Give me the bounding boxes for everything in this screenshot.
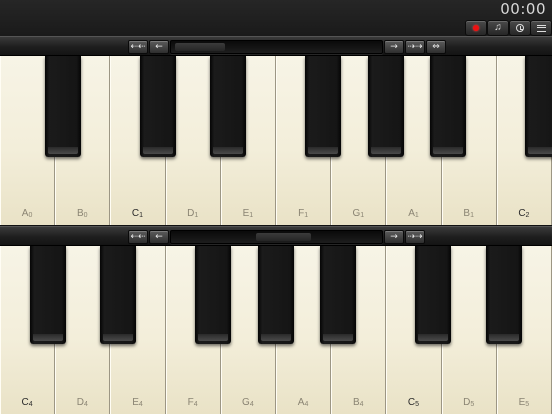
octave-number: 1 bbox=[139, 212, 144, 219]
scroll-right-far-button[interactable]: ⇢⇢ bbox=[405, 40, 425, 54]
scroll-right-far-button[interactable]: ⇢⇢ bbox=[405, 230, 425, 244]
key-label: A4 bbox=[297, 397, 309, 408]
black-key[interactable] bbox=[415, 246, 451, 344]
octave-number: 4 bbox=[138, 401, 143, 408]
octave-number: 4 bbox=[359, 401, 364, 408]
black-key[interactable] bbox=[258, 246, 294, 344]
scroll-left-button[interactable]: ← bbox=[149, 230, 169, 244]
black-key[interactable] bbox=[140, 56, 176, 157]
octave-number: 2 bbox=[525, 212, 530, 219]
octave-number: 4 bbox=[304, 401, 309, 408]
black-key[interactable] bbox=[30, 246, 66, 344]
key-label: C5 bbox=[407, 397, 420, 408]
key-label: E5 bbox=[518, 397, 530, 408]
octave-number: 4 bbox=[249, 401, 254, 408]
metronome-button[interactable] bbox=[509, 20, 531, 36]
music-button[interactable]: ♫ bbox=[487, 20, 509, 36]
scroll-left-far-button[interactable]: ⇠⇠ bbox=[128, 40, 148, 54]
octave-number: 5 bbox=[470, 401, 475, 408]
black-key[interactable] bbox=[45, 56, 81, 157]
key-label: D4 bbox=[76, 397, 88, 408]
black-key[interactable] bbox=[320, 246, 356, 344]
octave-number: 4 bbox=[83, 401, 88, 408]
key-label: C2 bbox=[518, 208, 530, 219]
key-label: E4 bbox=[132, 397, 143, 408]
menu-icon bbox=[536, 24, 546, 32]
octave-number: 5 bbox=[415, 401, 420, 408]
key-label: D1 bbox=[187, 208, 199, 219]
key-label: E1 bbox=[242, 208, 254, 219]
octave-number: 5 bbox=[525, 401, 530, 408]
swap-keyboard-button[interactable]: ⇔ bbox=[426, 40, 446, 54]
octave-number: 1 bbox=[194, 212, 199, 219]
key-label: F4 bbox=[187, 397, 198, 408]
black-key[interactable] bbox=[525, 56, 552, 157]
record-icon bbox=[473, 25, 479, 31]
key-label: C4 bbox=[21, 397, 33, 408]
octave-number: 0 bbox=[83, 212, 88, 219]
key-label: B1 bbox=[463, 208, 474, 219]
key-label: F1 bbox=[298, 208, 309, 219]
black-key[interactable] bbox=[195, 246, 231, 344]
key-label: A1 bbox=[408, 208, 419, 219]
key-label: B4 bbox=[352, 397, 364, 408]
octave-number: 1 bbox=[360, 212, 365, 219]
keyboard-scrollbar[interactable] bbox=[170, 230, 383, 244]
octave-number: 1 bbox=[304, 212, 309, 219]
bottom-keyboard-navbar: ⇠⇠ ← → ⇢⇢ bbox=[0, 226, 552, 246]
scroll-right-button[interactable]: → bbox=[384, 230, 404, 244]
black-key[interactable] bbox=[486, 246, 522, 344]
scroll-right-button[interactable]: → bbox=[384, 40, 404, 54]
menu-button[interactable] bbox=[530, 20, 552, 36]
black-key[interactable] bbox=[368, 56, 404, 157]
black-key[interactable] bbox=[100, 246, 136, 344]
keyboard-scrollbar[interactable] bbox=[170, 40, 383, 54]
scroll-left-button[interactable]: ← bbox=[149, 40, 169, 54]
octave-number: 0 bbox=[28, 212, 33, 219]
record-button[interactable] bbox=[465, 20, 487, 36]
clock-icon bbox=[516, 24, 524, 32]
scrollbar-thumb[interactable] bbox=[256, 233, 311, 241]
music-note-icon: ♫ bbox=[494, 22, 502, 33]
octave-number: 4 bbox=[28, 401, 33, 408]
key-label: G4 bbox=[242, 397, 254, 408]
top-bar: 00:00 ♫ bbox=[0, 0, 552, 36]
key-label: A0 bbox=[21, 208, 33, 219]
top-keyboard-navbar: ⇠⇠ ← → ⇢⇢ ⇔ bbox=[0, 36, 552, 56]
octave-number: 1 bbox=[470, 212, 474, 219]
scroll-left-far-button[interactable]: ⇠⇠ bbox=[128, 230, 148, 244]
bottom-piano-keyboard[interactable]: C4 D4 E4 F4 G4 A4 B4 C5 D5 E5 bbox=[0, 246, 552, 414]
octave-number: 4 bbox=[193, 401, 198, 408]
key-label: G1 bbox=[352, 208, 365, 219]
octave-number: 1 bbox=[249, 212, 254, 219]
octave-number: 1 bbox=[414, 212, 419, 219]
black-key[interactable] bbox=[430, 56, 466, 157]
key-label: D5 bbox=[463, 397, 475, 408]
timer-display: 00:00 bbox=[500, 0, 546, 18]
key-label: C1 bbox=[131, 208, 144, 219]
key-label: B0 bbox=[76, 208, 88, 219]
scrollbar-thumb[interactable] bbox=[175, 43, 225, 51]
black-key[interactable] bbox=[305, 56, 341, 157]
black-key[interactable] bbox=[210, 56, 246, 157]
top-piano-keyboard[interactable]: A0 B0 C1 D1 E1 F1 G1 A1 B1 C2 bbox=[0, 56, 552, 225]
